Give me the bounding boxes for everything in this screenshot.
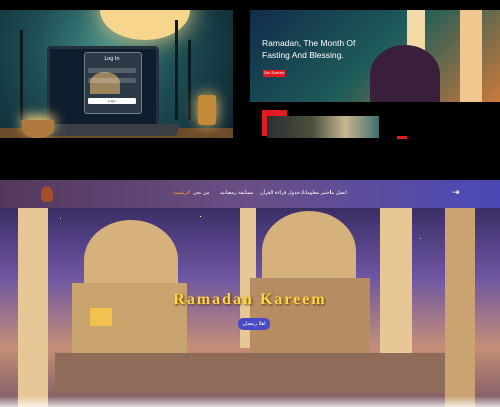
hero-card-title: Ramadan, The Month Of Fasting And Blessi… [262,37,402,61]
nav-item-contact[interactable]: اتصل بنا [330,190,347,196]
welcome-ramadan-button[interactable]: اهلا رمضان [238,318,270,330]
minaret [460,10,482,102]
title-line-2: Fasting And Blessing. [262,50,344,60]
accent-mark [397,136,407,139]
username-field[interactable] [88,68,136,73]
nav-item-quran-schedule[interactable]: جدول قراءة القرآن [260,190,300,196]
thumbnail-image [267,116,379,138]
candle-bowl [22,120,54,138]
hero-banner: Ramadan Kareem اهلا رمضان [0,208,500,407]
get-started-button[interactable]: Get Started [263,70,285,77]
hero-heading: Ramadan Kareem [173,291,327,308]
nav-item-quiz[interactable]: اختبر معلوماتك [300,190,331,196]
star [60,218,61,219]
login-icon[interactable]: ⇥ [452,188,460,198]
star [420,238,421,239]
title-line-1: Ramadan, The Month Of [262,38,356,48]
mosque-base [55,353,445,393]
thumbnail-panel [262,110,380,138]
password-field[interactable] [88,78,136,83]
laptop-keyboard [35,124,181,136]
nav-item-home[interactable]: الرئيسية [173,190,190,196]
palm-tree [175,20,178,120]
nav-item-ramadan-contest[interactable]: مسابقة رمضانية [220,190,253,196]
star [200,216,201,217]
lit-window [90,308,112,326]
login-button[interactable]: Login [88,98,136,104]
website-section: الرئيسية من نحن مسابقة رمضانية جدول قراء… [0,180,500,407]
lantern-icon [198,95,216,125]
palm-tree [188,40,191,120]
bottom-mist [0,396,500,407]
hero-card-panel: Ramadan, The Month Of Fasting And Blessi… [250,10,500,102]
nav-item-about[interactable]: من نحن [193,190,210,196]
login-title: Log In [104,56,120,62]
navbar: الرئيسية من نحن مسابقة رمضانية جدول قراء… [0,180,500,208]
laptop-scene-panel: Log In Login [0,10,233,138]
slider-dots[interactable] [375,96,395,102]
palm-tree [20,30,23,120]
logo[interactable] [41,186,53,202]
